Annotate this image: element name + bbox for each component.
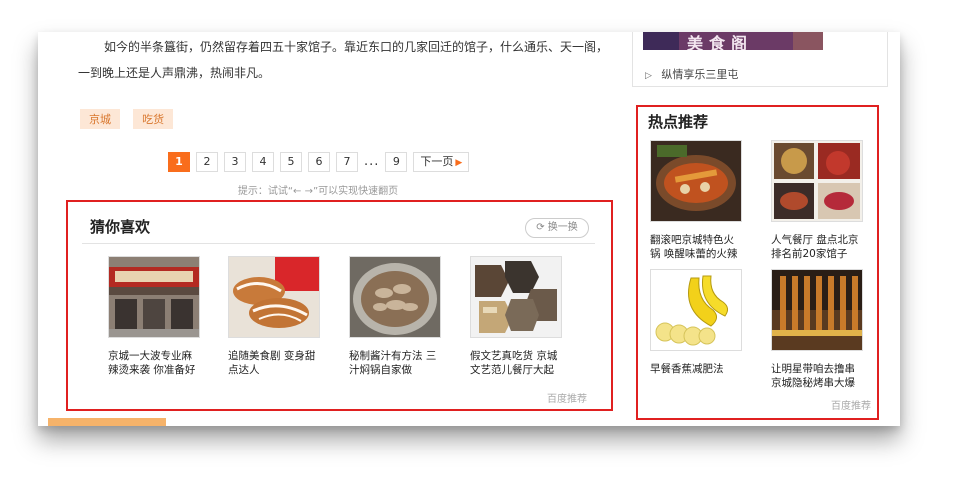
page-9-button[interactable]: 9 <box>385 151 408 172</box>
page-1-button[interactable]: 1 <box>168 151 190 172</box>
guess-caption[interactable]: 追随美食剧 变身甜点达人 <box>228 349 320 377</box>
hot-item[interactable]: 翻滚吧京城特色火锅 唤醒味蕾的火辣 <box>650 140 742 261</box>
hot-caption[interactable]: 翻滚吧京城特色火锅 唤醒味蕾的火辣 <box>650 233 742 261</box>
hotpot-thumbnail[interactable] <box>650 140 742 222</box>
refresh-icon: ⟳ <box>536 222 545 233</box>
guess-item[interactable]: 京城一大波专业麻辣烫来袭 你准备好 <box>108 256 200 377</box>
hot-caption[interactable]: 让明星带咱去撸串 京城隐秘烤串大爆 <box>771 362 863 390</box>
shrimp-pot-thumbnail[interactable] <box>349 256 441 338</box>
guess-item[interactable]: 秘制酱汁有方法 三汁焖锅自家做 <box>349 256 441 377</box>
sidebar-link-label: 纵情享乐三里屯 <box>661 68 739 81</box>
hot-item[interactable]: 早餐香蕉减肥法 <box>650 269 742 376</box>
page-7-button[interactable]: 7 <box>336 151 358 172</box>
article-body: 如今的半条簋街，仍然留存着四五十家馆子。靠近东口的几家回迁的馆子，什么通乐、天一… <box>78 34 618 86</box>
caret-right-icon: ▶ <box>455 157 463 168</box>
pagination-hint: 提示：试试“← →”可以实现快速翻页 <box>237 186 399 197</box>
hot-item[interactable]: 让明星带咱去撸串 京城隐秘烤串大爆 <box>771 269 863 390</box>
divider <box>82 243 595 244</box>
guess-caption[interactable]: 假文艺真吃货 京城文艺范儿餐厅大起 <box>470 349 562 377</box>
main-column: 如今的半条簋街，仍然留存着四五十家馆子。靠近东口的几家回迁的馆子，什么通乐、天一… <box>38 32 626 426</box>
hot-title: 热点推荐 <box>648 113 709 131</box>
next-page-button[interactable]: 下一页 ▶ <box>413 151 470 172</box>
sidebar-link[interactable]: ▷ 纵情享乐三里屯 <box>645 66 738 82</box>
baidu-recommend-label: 百度推荐 <box>831 401 871 412</box>
page-3-button[interactable]: 3 <box>224 151 246 172</box>
pagination-ellipsis: ... <box>364 154 380 169</box>
next-page-label: 下一页 <box>420 154 454 168</box>
baidu-recommend-label: 百度推荐 <box>547 394 587 405</box>
guess-caption[interactable]: 秘制酱汁有方法 三汁焖锅自家做 <box>349 349 441 377</box>
guess-title: 猜你喜欢 <box>90 218 151 236</box>
restaurant-storefront-thumbnail[interactable] <box>108 256 200 338</box>
banner-text: 美食阁 <box>687 34 754 50</box>
dishes-collage-thumbnail[interactable] <box>771 140 863 222</box>
banner-image[interactable]: 美食阁 <box>643 32 823 50</box>
hot-recommend-panel: 热点推荐 翻滚吧京城特色火锅 唤醒味蕾的火辣 人气餐厅 盘点北京排名前20家馆子… <box>636 105 879 420</box>
hot-caption[interactable]: 早餐香蕉减肥法 <box>650 362 742 376</box>
page-5-button[interactable]: 5 <box>280 151 302 172</box>
guess-you-like-panel: 猜你喜欢 ⟳ 换一换 京城一大波专业麻辣烫来袭 你准备好 追随美食剧 变身甜点达… <box>66 200 613 411</box>
guess-caption[interactable]: 京城一大波专业麻辣烫来袭 你准备好 <box>108 349 200 377</box>
cafe-collage-thumbnail[interactable] <box>470 256 562 338</box>
sidebar: 美食阁 ▷ 纵情享乐三里屯 热点推荐 翻滚吧京城特色火锅 唤醒味蕾的火辣 人气餐… <box>632 32 900 426</box>
pagination: 1 2 3 4 5 6 7... 9 下一页 ▶ <box>168 151 508 172</box>
banana-thumbnail[interactable] <box>650 269 742 351</box>
caret-right-icon: ▷ <box>645 71 652 81</box>
page: 如今的半条簋街，仍然留存着四五十家馆子。靠近东口的几家回迁的馆子，什么通乐、天一… <box>38 32 900 426</box>
tag-list: 京城 吃货 <box>80 108 181 129</box>
guess-item[interactable]: 假文艺真吃货 京城文艺范儿餐厅大起 <box>470 256 562 377</box>
skewers-thumbnail[interactable] <box>771 269 863 351</box>
tag-chihuo[interactable]: 吃货 <box>133 109 174 129</box>
footer-strip <box>48 418 166 426</box>
swap-button[interactable]: ⟳ 换一换 <box>525 218 589 238</box>
guess-item[interactable]: 追随美食剧 变身甜点达人 <box>228 256 320 377</box>
tag-jingcheng[interactable]: 京城 <box>80 109 120 129</box>
hot-caption[interactable]: 人气餐厅 盘点北京排名前20家馆子 <box>771 233 863 261</box>
page-2-button[interactable]: 2 <box>196 151 218 172</box>
page-6-button[interactable]: 6 <box>308 151 330 172</box>
page-4-button[interactable]: 4 <box>252 151 274 172</box>
banner-panel: 美食阁 ▷ 纵情享乐三里屯 <box>632 32 888 87</box>
hot-item[interactable]: 人气餐厅 盘点北京排名前20家馆子 <box>771 140 863 261</box>
article-paragraph: 如今的半条簋街，仍然留存着四五十家馆子。靠近东口的几家回迁的馆子，什么通乐、天一… <box>78 40 609 80</box>
swap-label: 换一换 <box>547 222 578 233</box>
pastry-thumbnail[interactable] <box>228 256 320 338</box>
